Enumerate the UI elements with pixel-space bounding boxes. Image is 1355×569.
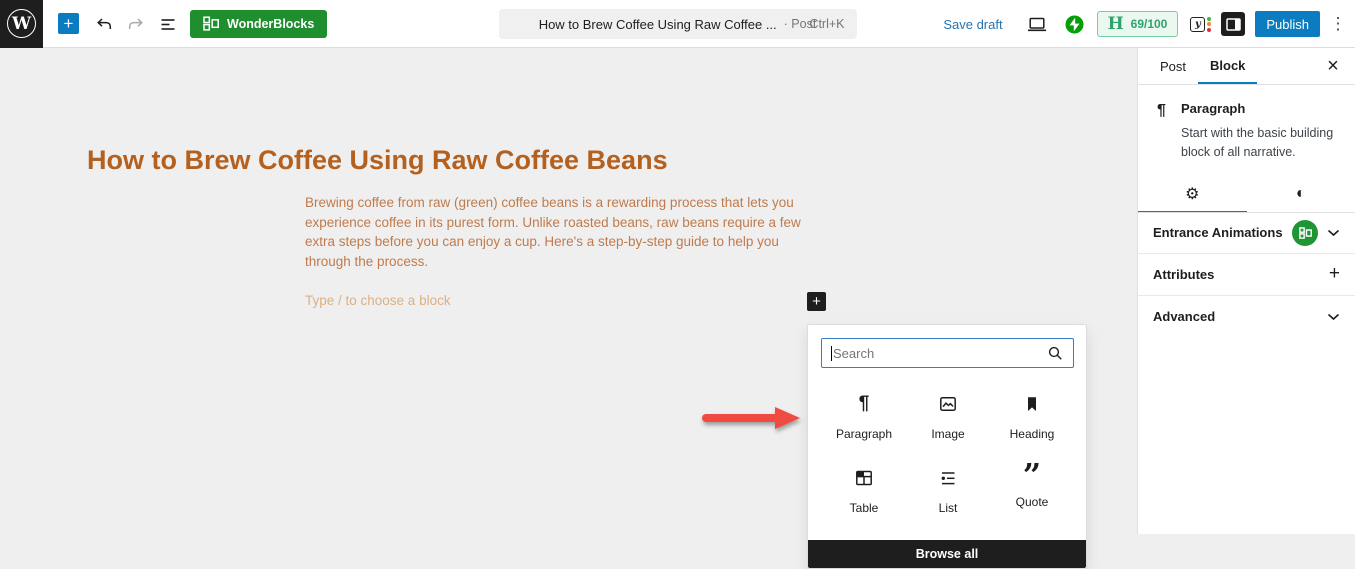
document-overview-pill[interactable]: How to Brew Coffee Using Raw Coffee ... … [499,9,857,39]
paragraph-icon: ¶ [1157,102,1167,163]
chevron-down-icon [1327,313,1340,321]
block-inserter-toggle-button[interactable]: + [58,13,79,34]
jetpack-icon [1065,15,1084,34]
preview-button[interactable] [1025,12,1049,36]
wonderblocks-label: WonderBlocks [227,17,314,31]
sidebar-icon-tabs: ⚙ ◐ [1138,177,1355,213]
yoast-seo-button[interactable]: y [1190,17,1211,32]
sidebar-tab-bar: Post Block × [1138,48,1355,85]
inline-block-inserter-button[interactable]: + [807,292,826,311]
block-option-paragraph[interactable]: ¶ Paragraph [822,394,906,441]
chevron-down-icon [1327,229,1340,237]
inserter-block-grid: ¶ Paragraph Image Heading [808,394,1088,515]
panel-entrance-animations[interactable]: Entrance Animations [1138,213,1355,254]
wordpress-logo-icon: W [7,9,36,38]
plus-icon: + [812,293,821,310]
desktop-preview-icon [1027,16,1047,33]
bookmark-icon [1022,394,1042,414]
inserter-search-box[interactable] [821,338,1074,368]
tab-styles[interactable]: ◐ [1247,177,1355,212]
block-option-image[interactable]: Image [906,394,990,441]
top-bar-actions: Save draft H 69/100 y [943,0,1347,48]
yoast-traffic-light-icon [1207,17,1211,32]
image-icon [938,394,958,414]
save-draft-button[interactable]: Save draft [943,17,1002,32]
plus-icon: + [1329,263,1340,285]
block-option-quote[interactable]: ” Quote [990,468,1074,515]
redo-icon [127,15,145,33]
tab-block[interactable]: Block [1198,48,1257,84]
text-caret [831,346,832,361]
wordpress-logo[interactable]: W [0,0,43,48]
block-option-table[interactable]: Table [822,468,906,515]
block-option-heading[interactable]: Heading [990,394,1074,441]
settings-sidebar-toggle-button[interactable] [1221,12,1245,36]
wonderblocks-blocks-icon [203,16,219,31]
list-view-icon [159,15,177,33]
paragraph-icon: ¶ [859,394,870,414]
post-title-heading[interactable]: How to Brew Coffee Using Raw Coffee Bean… [87,145,787,176]
panel-attributes[interactable]: Attributes + [1138,254,1355,296]
redo-button[interactable] [124,12,148,36]
yoast-icon: y [1190,17,1205,32]
empty-block-placeholder[interactable]: Type / to choose a block [305,293,451,308]
tab-post[interactable]: Post [1148,48,1198,84]
block-option-list[interactable]: List [906,468,990,515]
tab-settings[interactable]: ⚙ [1138,177,1247,212]
quick-inserter-popup: ¶ Paragraph Image Heading [807,324,1087,569]
block-card-description: Start with the basic building block of a… [1181,124,1339,163]
wonderblocks-badge-icon [1292,220,1318,246]
block-card-text: Paragraph Start with the basic building … [1181,101,1339,163]
kebab-icon: ⋮ [1330,14,1347,33]
sidebar-panel-icon [1226,18,1241,31]
annotation-arrow [700,404,802,432]
seo-score-badge[interactable]: H 69/100 [1097,11,1179,37]
list-icon [938,468,958,488]
jetpack-button[interactable] [1063,12,1087,36]
block-card: ¶ Paragraph Start with the basic buildin… [1138,85,1355,177]
undo-icon [95,15,113,33]
contrast-icon: ◐ [1296,185,1306,203]
search-icon [1047,345,1064,362]
command-palette-shortcut: Ctrl+K [809,17,844,31]
plus-icon: + [64,14,74,33]
quote-icon: ” [1023,468,1041,482]
editor-canvas: How to Brew Coffee Using Raw Coffee Bean… [0,48,1137,534]
undo-button[interactable] [92,12,116,36]
editor-top-bar: W + WonderBlocks How to Brew Coffee Us [0,0,1355,48]
gear-icon: ⚙ [1185,184,1199,204]
wonderblocks-button[interactable]: WonderBlocks [190,10,327,38]
block-card-title: Paragraph [1181,101,1339,116]
options-menu-button[interactable]: ⋮ [1329,14,1347,34]
browse-all-button[interactable]: Browse all [808,540,1086,568]
post-paragraph-block[interactable]: Brewing coffee from raw (green) coffee b… [305,193,809,271]
publish-label: Publish [1266,17,1309,32]
search-input[interactable] [833,346,1047,361]
list-view-button[interactable] [156,12,180,36]
close-sidebar-button[interactable]: × [1319,48,1347,84]
seo-letter-icon: H [1108,14,1124,34]
table-icon [854,468,874,488]
publish-button[interactable]: Publish [1255,11,1320,37]
close-icon: × [1327,55,1339,78]
document-title: How to Brew Coffee Using Raw Coffee ... [539,17,777,32]
settings-sidebar: Post Block × ¶ Paragraph Start with the … [1137,48,1355,534]
seo-score-value: 69/100 [1131,17,1168,31]
panel-advanced[interactable]: Advanced [1138,296,1355,338]
